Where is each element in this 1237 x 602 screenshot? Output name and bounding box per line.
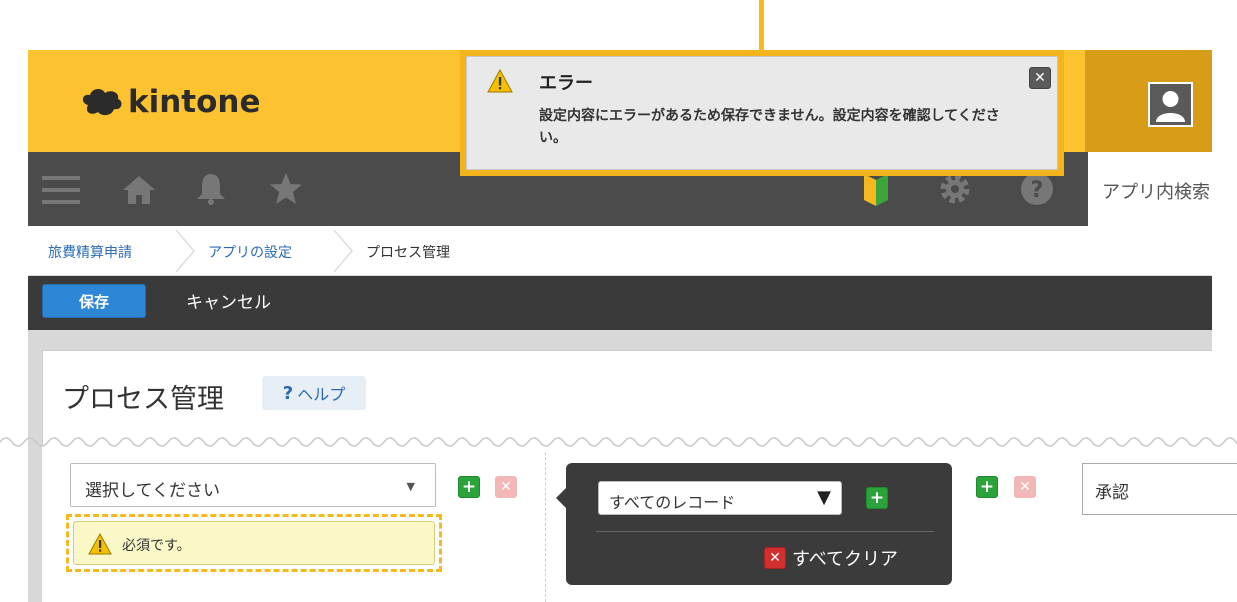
breadcrumb-app[interactable]: 旅費精算申請	[48, 242, 132, 262]
breadcrumb-app-settings[interactable]: アプリの設定	[208, 242, 292, 262]
action-bar: 保存 キャンセル	[28, 276, 1212, 330]
help-label: ヘルプ	[297, 385, 346, 404]
condition-divider	[596, 531, 934, 532]
error-notification: エラー 設定内容にエラーがあるため保存できません。設定内容を確認してください。 …	[460, 50, 1064, 176]
user-menu[interactable]	[1085, 50, 1212, 152]
add-icon[interactable]: +	[976, 476, 998, 498]
chevron-down-icon: ▼	[406, 480, 415, 493]
breadcrumb-separator	[333, 230, 353, 272]
chevron-down-icon: ▼	[817, 487, 831, 508]
assignee-select[interactable]: 選択してください ▼	[70, 463, 436, 507]
help-link[interactable]: ? ヘルプ	[262, 376, 366, 410]
save-button[interactable]: 保存	[42, 284, 146, 318]
condition-panel: すべてのレコード ▼ + ✕ すべてクリア	[566, 463, 952, 585]
add-icon[interactable]: +	[866, 487, 888, 509]
assignee-select-value: 選択してください	[85, 481, 220, 501]
menu-icon[interactable]	[42, 174, 80, 206]
popup-connector-line	[759, 0, 764, 50]
home-icon[interactable]	[122, 174, 156, 206]
breadcrumb: 旅費精算申請 アプリの設定 プロセス管理	[28, 226, 1212, 276]
add-icon[interactable]: +	[458, 476, 480, 498]
condition-select[interactable]: すべてのレコード ▼	[598, 481, 842, 515]
action-name-value: 承認	[1095, 483, 1129, 503]
close-icon[interactable]: ✕	[1029, 67, 1051, 89]
app-search[interactable]: アプリ内検索	[1088, 152, 1212, 226]
required-text: 必須です。	[122, 538, 191, 554]
help-icon[interactable]: ?	[1020, 172, 1054, 206]
svg-text:?: ?	[1031, 178, 1044, 203]
error-title: エラー	[539, 73, 593, 94]
column-divider	[545, 452, 546, 602]
kintone-logo-icon	[82, 89, 122, 116]
clear-all-button[interactable]: ✕ すべてクリア	[764, 545, 898, 571]
user-avatar-icon[interactable]	[1148, 82, 1193, 127]
condition-select-value: すべてのレコード	[609, 493, 736, 512]
action-name-input[interactable]: 承認	[1082, 463, 1237, 515]
cancel-button[interactable]: キャンセル	[186, 288, 271, 313]
warning-icon	[487, 69, 513, 93]
breadcrumb-separator	[175, 230, 195, 272]
required-error-highlight: 必須です。	[66, 514, 442, 572]
required-error-message: 必須です。	[73, 521, 435, 565]
kintone-logo[interactable]: kintone	[80, 82, 261, 122]
search-input[interactable]: アプリ内検索	[1102, 178, 1210, 204]
remove-icon[interactable]: ✕	[1014, 476, 1036, 498]
help-question-icon: ?	[282, 382, 294, 404]
lower-section-edge	[28, 446, 42, 602]
page-title: プロセス管理	[62, 384, 224, 415]
error-message: 設定内容にエラーがあるため保存できません。設定内容を確認してください。	[539, 108, 1000, 146]
beginner-icon[interactable]	[864, 174, 888, 206]
bell-icon[interactable]	[194, 172, 228, 206]
remove-icon: ✕	[764, 547, 786, 569]
logo-text: kintone	[128, 84, 261, 120]
clear-all-label: すべてクリア	[792, 549, 899, 570]
condition-panel-pointer	[556, 488, 566, 508]
error-notification-body: エラー 設定内容にエラーがあるため保存できません。設定内容を確認してください。 …	[466, 56, 1058, 170]
remove-icon[interactable]: ✕	[495, 476, 517, 498]
warning-icon	[88, 533, 112, 555]
breadcrumb-current: プロセス管理	[366, 245, 450, 261]
star-icon[interactable]	[268, 172, 304, 206]
gear-icon[interactable]	[938, 172, 972, 206]
wave-separator	[0, 437, 1237, 447]
